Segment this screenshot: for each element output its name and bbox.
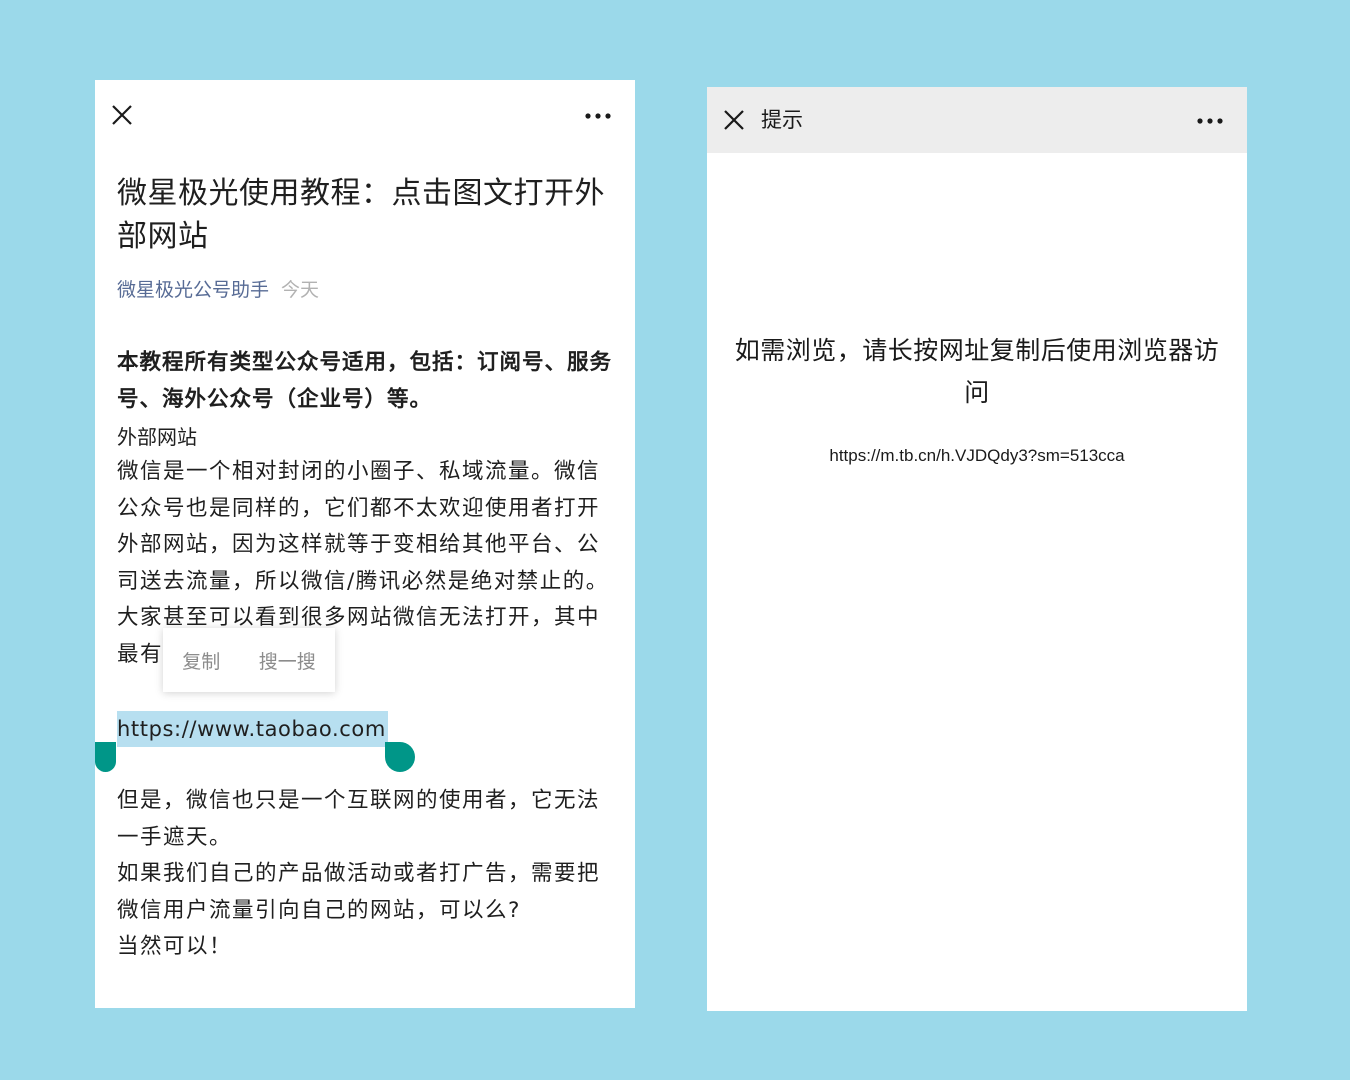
selection-context-menu: 复制 搜一搜 [163, 628, 335, 692]
close-icon[interactable] [723, 109, 745, 131]
more-icon[interactable] [583, 106, 613, 126]
intro-text: 本教程所有类型公众号适用，包括：订阅号、服务号、海外公众号（企业号）等。 [117, 350, 613, 412]
notice-url[interactable]: https://m.tb.cn/h.VJDQdy3?sm=513cca [727, 443, 1227, 469]
search-menu-item[interactable]: 搜一搜 [251, 647, 324, 674]
selected-url-text[interactable]: https://www.taobao.com [117, 711, 388, 747]
paragraph-2-line: 但是，微信也只是一个互联网的使用者，它无法一手遮天。 [117, 788, 601, 850]
section-label: 外部网站 [117, 425, 197, 449]
author-link[interactable]: 微星极光公号助手 [117, 279, 269, 301]
close-icon[interactable] [111, 104, 133, 126]
publish-date: 今天 [281, 279, 320, 301]
browser-notice: 如需浏览，请长按网址复制后使用浏览器访问 [734, 336, 1220, 407]
notice-screen: 提示 如需浏览，请长按网址复制后使用浏览器访问 https://m.tb.cn/… [707, 87, 1247, 1011]
article-title: 微星极光使用教程：点击图文打开外部网站 [117, 176, 605, 254]
paragraph-2-line: 当然可以！ [117, 934, 233, 960]
selection-handle-left[interactable] [95, 742, 116, 772]
paragraph-2-line: 如果我们自己的产品做活动或者打广告，需要把微信用户流量引向自己的网站，可以么? [117, 861, 601, 923]
article-screen: 微星极光使用教程：点击图文打开外部网站 微星极光公号助手 今天 本教程所有类型公众… [95, 80, 635, 1008]
paragraph-2: 但是，微信也只是一个互联网的使用者，它无法一手遮天。 如果我们自己的产品做活动或… [117, 783, 617, 966]
header-title: 提示 [761, 108, 803, 132]
copy-menu-item[interactable]: 复制 [174, 647, 228, 674]
article-meta: 微星极光公号助手 今天 [117, 276, 319, 304]
selection-handle-right[interactable] [385, 742, 415, 772]
more-icon[interactable] [1195, 111, 1225, 131]
